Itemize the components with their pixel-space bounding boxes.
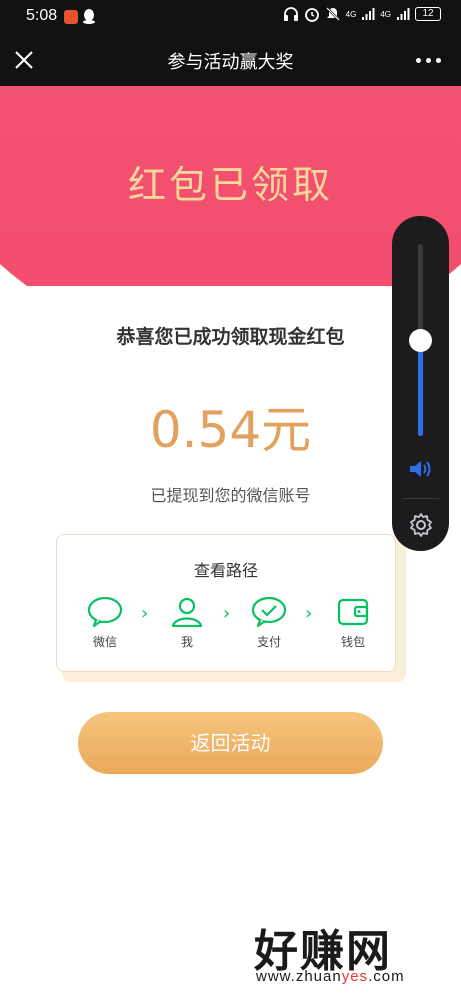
chevron-right-icon: › <box>141 603 149 624</box>
network-label-2: 4G <box>380 9 391 19</box>
qq-notification-icon <box>82 8 96 28</box>
path-title: 查看路径 <box>193 561 258 580</box>
path-step-wallet: 钱包 <box>323 597 383 650</box>
alarm-icon <box>304 8 319 22</box>
header-title: 红包已领取 <box>127 163 333 207</box>
wallet-icon <box>337 598 369 626</box>
more-icon[interactable] <box>416 58 441 63</box>
status-time: 5:08 <box>26 7 58 24</box>
chevron-right-icon: › <box>305 603 313 624</box>
signal-icon-2 <box>397 8 410 20</box>
volume-fill <box>418 340 423 436</box>
volume-thumb[interactable] <box>409 329 432 352</box>
step-label: 支付 <box>256 635 281 649</box>
step-label: 微信 <box>92 635 117 649</box>
gear-icon[interactable] <box>408 512 434 538</box>
title-bar: 参与活动赢大奖 <box>0 34 461 86</box>
pay-check-icon <box>251 597 287 627</box>
chevron-right-icon: › <box>223 603 231 624</box>
volume-divider <box>402 498 439 499</box>
user-icon <box>171 597 203 627</box>
watermark-url: www.zhuanyes.com <box>256 968 405 985</box>
wechat-icon <box>87 597 123 627</box>
signal-icon <box>362 8 375 20</box>
mute-icon <box>325 7 340 21</box>
path-step-wechat: 微信 <box>75 597 135 650</box>
weibo-notification-icon <box>64 10 78 24</box>
path-step-me: 我 <box>157 597 217 650</box>
battery-icon: 12 <box>415 7 441 21</box>
speaker-icon[interactable] <box>408 458 434 480</box>
status-bar: 5:08 4G 4G 12 <box>0 0 461 34</box>
status-icons: 4G 4G 12 <box>283 6 441 22</box>
volume-panel <box>392 216 449 551</box>
back-to-activity-button[interactable]: 返回活动 <box>78 712 383 774</box>
path-step-pay: 支付 <box>239 597 299 650</box>
path-card: 查看路径 微信 › 我 › 支付 › 钱包 <box>56 534 396 672</box>
headphones-icon <box>283 7 298 21</box>
step-label: 我 <box>180 635 193 649</box>
page-title: 参与活动赢大奖 <box>167 52 294 73</box>
step-label: 钱包 <box>340 635 365 649</box>
network-label-1: 4G <box>345 9 357 19</box>
